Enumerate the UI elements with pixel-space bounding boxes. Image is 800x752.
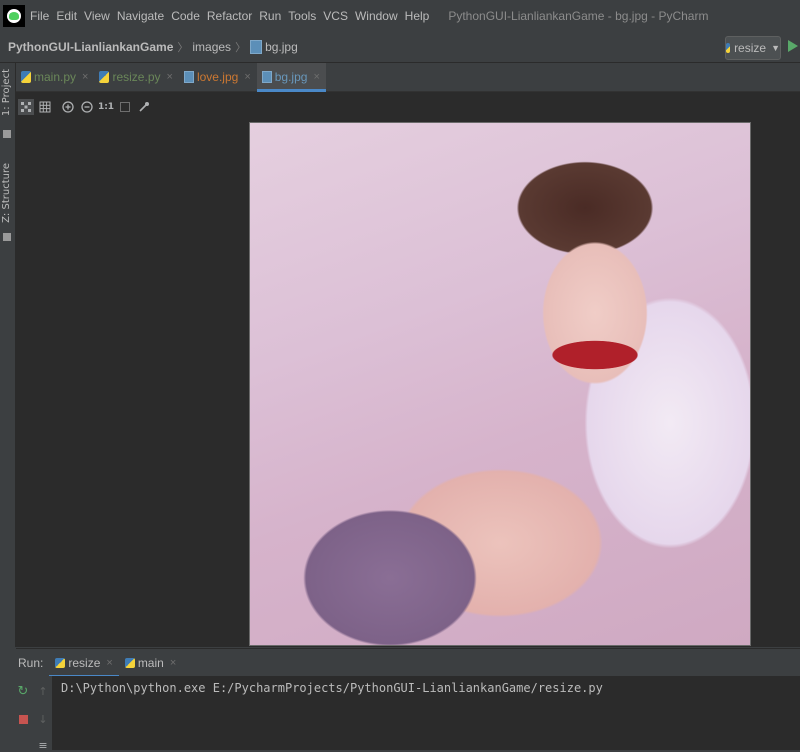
tab-resize-py[interactable]: resize.py ×	[94, 63, 178, 91]
menu-tools[interactable]: Tools	[288, 9, 316, 23]
project-tool-tab[interactable]: 1: Project	[1, 69, 12, 116]
run-console[interactable]: D:\Python\python.exe E:/PycharmProjects/…	[52, 676, 800, 750]
close-icon[interactable]: ×	[106, 657, 112, 669]
run-button[interactable]	[788, 40, 798, 52]
tab-main-py[interactable]: main.py ×	[16, 63, 94, 91]
python-icon	[726, 43, 731, 53]
menu-view[interactable]: View	[84, 9, 110, 23]
close-icon[interactable]: ×	[313, 71, 319, 83]
image-file-icon	[261, 71, 272, 83]
breadcrumb-file[interactable]: bg.jpg	[250, 40, 298, 54]
rerun-icon[interactable]: ↻	[17, 684, 29, 699]
editor-tab-bar: main.py × resize.py × love.jpg × bg.jpg …	[16, 63, 800, 92]
zoom-out-icon[interactable]	[79, 99, 95, 115]
image-file-icon	[250, 40, 263, 54]
grid-toggle-icon[interactable]	[18, 99, 34, 115]
tab-label: resize.py	[112, 70, 161, 84]
pycharm-logo-icon	[3, 5, 25, 27]
menu-file[interactable]: File	[30, 9, 49, 23]
menu-bar: File Edit View Navigate Code Refactor Ru…	[0, 0, 800, 32]
fit-icon[interactable]	[117, 99, 133, 115]
python-icon	[124, 658, 135, 668]
run-tab-resize[interactable]: resize ×	[49, 649, 120, 677]
menu-code[interactable]: Code	[171, 9, 200, 23]
python-icon	[55, 658, 66, 668]
color-picker-icon[interactable]	[136, 99, 152, 115]
run-panel-label: Run:	[18, 656, 44, 670]
python-file-icon	[21, 71, 31, 83]
chessboard-icon[interactable]	[37, 99, 53, 115]
image-toolbar: 1:1	[16, 92, 800, 122]
menu-edit[interactable]: Edit	[56, 9, 77, 23]
tab-love-jpg[interactable]: love.jpg ×	[179, 63, 257, 91]
run-configuration-label: resize	[734, 41, 767, 55]
left-tool-strip: 1: Project Z: Structure	[0, 63, 16, 647]
run-panel-toolbar: ↻ ↑ ↓ ≡	[0, 676, 52, 752]
menu-run[interactable]: Run	[259, 9, 281, 23]
menu-refactor[interactable]: Refactor	[207, 9, 252, 23]
menu-vcs[interactable]: VCS	[323, 9, 348, 23]
close-icon[interactable]: ×	[82, 71, 88, 83]
run-tab-main[interactable]: main ×	[119, 649, 182, 677]
displayed-image	[249, 122, 751, 646]
window-title: PythonGUI-LianliankanGame - bg.jpg - PyC…	[448, 9, 709, 23]
run-panel-header: Run: resize × main ×	[16, 648, 800, 677]
stop-icon[interactable]	[17, 713, 29, 725]
menu-lines-icon[interactable]: ≡	[37, 739, 49, 752]
chevron-down-icon: ▼	[771, 43, 780, 53]
python-file-icon	[99, 71, 110, 83]
tab-label: bg.jpg	[274, 70, 308, 84]
breadcrumb-project[interactable]: PythonGUI-LianliankanGame	[8, 40, 173, 54]
run-tab-label: resize	[68, 656, 101, 670]
breadcrumb-folder[interactable]: images	[192, 40, 231, 54]
breadcrumb-file-label: bg.jpg	[265, 40, 298, 54]
arrow-up-icon[interactable]: ↑	[37, 685, 49, 698]
structure-tool-tab[interactable]: Z: Structure	[1, 163, 12, 223]
tab-label: main.py	[34, 70, 77, 84]
tab-bg-jpg[interactable]: bg.jpg ×	[256, 63, 327, 92]
close-icon[interactable]: ×	[244, 71, 250, 83]
run-configuration-select[interactable]: resize ▼	[725, 36, 781, 60]
folder-icon	[3, 130, 11, 138]
menu-help[interactable]: Help	[405, 9, 430, 23]
menu-window[interactable]: Window	[355, 9, 398, 23]
menu-navigate[interactable]: Navigate	[117, 9, 164, 23]
structure-icon	[3, 233, 11, 241]
console-command-line: D:\Python\python.exe E:/PycharmProjects/…	[61, 681, 603, 695]
breadcrumb-separator-icon: 〉	[177, 41, 189, 54]
navigation-bar: PythonGUI-LianliankanGame 〉 images 〉 bg.…	[0, 32, 800, 63]
run-tab-label: main	[137, 656, 164, 670]
image-editor: 1:1	[16, 92, 800, 647]
breadcrumb-separator-icon: 〉	[235, 41, 247, 54]
zoom-in-icon[interactable]	[60, 99, 76, 115]
tab-label: love.jpg	[196, 70, 239, 84]
close-icon[interactable]: ×	[167, 71, 173, 83]
arrow-down-icon[interactable]: ↓	[37, 713, 49, 726]
close-icon[interactable]: ×	[170, 657, 176, 669]
image-file-icon	[183, 71, 194, 83]
actual-size-icon[interactable]: 1:1	[98, 99, 114, 115]
